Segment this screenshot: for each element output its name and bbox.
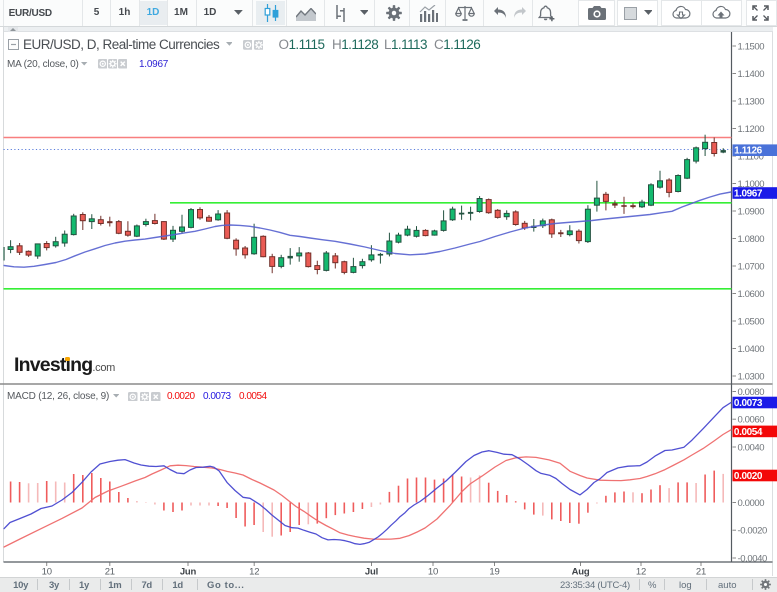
svg-text:0.0080: 0.0080 — [738, 387, 765, 398]
svg-text:0.0073: 0.0073 — [734, 398, 763, 409]
svg-text:10: 10 — [42, 567, 52, 578]
svg-text:1.1500: 1.1500 — [738, 41, 765, 52]
svg-text:1.0900: 1.0900 — [738, 206, 765, 217]
svg-text:0.0040: 0.0040 — [738, 442, 765, 453]
svg-text:0.0000: 0.0000 — [738, 498, 765, 509]
svg-text:1.0400: 1.0400 — [738, 344, 765, 355]
svg-text:1.1400: 1.1400 — [738, 69, 765, 80]
svg-text:12: 12 — [636, 567, 646, 578]
svg-text:1.1200: 1.1200 — [738, 124, 765, 135]
svg-text:Jun: Jun — [180, 567, 197, 578]
svg-text:1.0800: 1.0800 — [738, 234, 765, 245]
svg-text:-0.0020: -0.0020 — [738, 526, 768, 537]
svg-text:12: 12 — [249, 567, 259, 578]
svg-text:10: 10 — [428, 567, 438, 578]
svg-text:0.0060: 0.0060 — [738, 415, 765, 426]
svg-text:1.0300: 1.0300 — [738, 371, 765, 382]
svg-text:Aug: Aug — [572, 567, 590, 578]
svg-text:Jul: Jul — [365, 567, 378, 578]
svg-text:21: 21 — [696, 567, 706, 578]
svg-text:21: 21 — [105, 567, 115, 578]
svg-text:1.0500: 1.0500 — [738, 316, 765, 327]
svg-text:0.0054: 0.0054 — [734, 427, 763, 438]
svg-text:0.0020: 0.0020 — [734, 471, 763, 482]
svg-text:-0.0040: -0.0040 — [738, 553, 768, 564]
svg-text:1.1300: 1.1300 — [738, 96, 765, 107]
svg-text:1.0600: 1.0600 — [738, 289, 765, 300]
svg-text:19: 19 — [489, 567, 499, 578]
svg-text:1.0700: 1.0700 — [738, 261, 765, 272]
svg-text:1.0967: 1.0967 — [734, 189, 763, 200]
svg-text:1.1126: 1.1126 — [734, 146, 762, 157]
